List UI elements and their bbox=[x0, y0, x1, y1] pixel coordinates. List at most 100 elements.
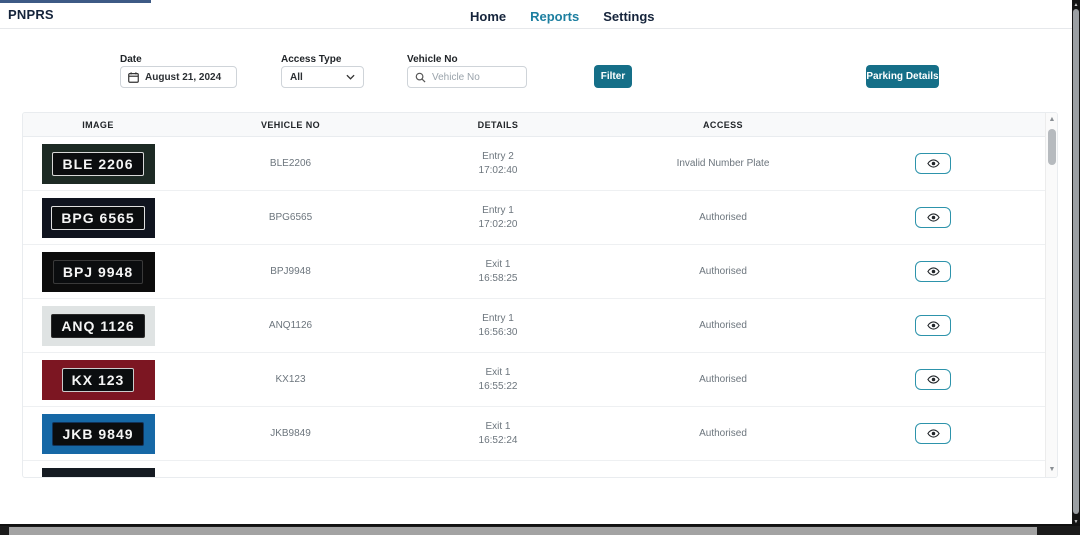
detail-line-2: 16:58:25 bbox=[479, 273, 518, 284]
view-details-button[interactable] bbox=[915, 423, 951, 444]
nav-settings[interactable]: Settings bbox=[603, 9, 654, 24]
plate-image: JKB 9849 bbox=[23, 414, 173, 454]
brand-logo: PNPRS bbox=[8, 7, 54, 22]
plate-image: BPG 6565 bbox=[23, 198, 173, 238]
plate-photo: JKB 9849 bbox=[42, 414, 155, 454]
actions-cell bbox=[858, 207, 1008, 228]
access-type-value: All bbox=[290, 72, 303, 83]
vehicle-no-cell: BLE2206 bbox=[173, 158, 408, 169]
table-scrollbar-thumb[interactable] bbox=[1048, 129, 1056, 165]
eye-icon bbox=[927, 372, 940, 387]
plate-image bbox=[23, 468, 173, 479]
table-row: KX 123 KX123 Exit 1 16:55:22 Authorised bbox=[23, 353, 1057, 407]
view-details-button[interactable] bbox=[915, 315, 951, 336]
plate-image: BPJ 9948 bbox=[23, 252, 173, 292]
view-details-button[interactable] bbox=[915, 153, 951, 174]
detail-line-1: Entry 1 bbox=[482, 313, 514, 324]
scroll-down-icon[interactable]: ▼ bbox=[1046, 463, 1058, 475]
vehicle-no-field bbox=[407, 66, 527, 88]
vehicle-no-label: Vehicle No bbox=[407, 54, 458, 65]
detail-line-2: 16:56:30 bbox=[479, 327, 518, 338]
details-cell: Exit 1 16:58:25 bbox=[408, 258, 588, 286]
plate-photo bbox=[42, 468, 155, 479]
date-label: Date bbox=[120, 54, 142, 65]
detail-line-1: Exit 1 bbox=[485, 259, 510, 270]
table-row: BPG 6565 BPG6565 Entry 1 17:02:20 Author… bbox=[23, 191, 1057, 245]
vehicle-no-cell: JKB9849 bbox=[173, 428, 408, 439]
table-body: BLE 2206 BLE2206 Entry 2 17:02:40 Invali… bbox=[23, 137, 1057, 478]
eye-icon bbox=[927, 426, 940, 441]
plate-text: BPG 6565 bbox=[51, 206, 144, 230]
detail-line-2: 17:02:40 bbox=[479, 165, 518, 176]
nav-home[interactable]: Home bbox=[470, 9, 506, 24]
access-cell: Authorised bbox=[588, 212, 858, 223]
report-table-card: IMAGE VEHICLE NO DETAILS ACCESS BLE 2206… bbox=[22, 112, 1058, 478]
table-header-row: IMAGE VEHICLE NO DETAILS ACCESS bbox=[23, 113, 1057, 137]
view-details-button[interactable] bbox=[915, 369, 951, 390]
access-cell: Authorised bbox=[588, 320, 858, 331]
plate-text: BLE 2206 bbox=[52, 152, 143, 176]
browser-vertical-thumb[interactable] bbox=[1073, 9, 1079, 514]
calendar-icon bbox=[128, 72, 139, 83]
col-access: ACCESS bbox=[588, 120, 858, 130]
detail-line-1: Entry 1 bbox=[482, 205, 514, 216]
eye-icon bbox=[927, 156, 940, 171]
browser-horizontal-thumb[interactable] bbox=[9, 527, 1037, 535]
details-cell: Entry 2 17:02:40 bbox=[408, 150, 588, 178]
table-row: BPJ 9948 BPJ9948 Exit 1 16:58:25 Authori… bbox=[23, 245, 1057, 299]
table-row: JKB 9849 JKB9849 Exit 1 16:52:24 Authori… bbox=[23, 407, 1057, 461]
plate-image: BLE 2206 bbox=[23, 144, 173, 184]
main-nav: Home Reports Settings bbox=[470, 3, 655, 29]
col-image: IMAGE bbox=[23, 120, 173, 130]
actions-cell bbox=[858, 153, 1008, 174]
access-cell: Authorised bbox=[588, 374, 858, 385]
eye-icon bbox=[927, 318, 940, 333]
parking-details-button[interactable]: Parking Details bbox=[866, 65, 939, 88]
vehicle-no-cell: KX123 bbox=[173, 374, 408, 385]
plate-photo: BLE 2206 bbox=[42, 144, 155, 184]
table-scrollbar: ▲ ▼ bbox=[1045, 113, 1057, 477]
vehicle-no-cell: BPJ9948 bbox=[173, 266, 408, 277]
details-cell: Entry 1 17:02:20 bbox=[408, 204, 588, 232]
detail-line-2: 17:02:20 bbox=[479, 219, 518, 230]
view-details-button[interactable] bbox=[915, 207, 951, 228]
browser-horizontal-scrollbar[interactable] bbox=[0, 526, 1080, 535]
access-cell: Invalid Number Plate bbox=[588, 158, 858, 169]
plate-photo: ANQ 1126 bbox=[42, 306, 155, 346]
plate-text: ANQ 1126 bbox=[51, 314, 144, 338]
detail-line-2: 16:55:22 bbox=[479, 381, 518, 392]
browser-vertical-scrollbar[interactable]: ▲ ▼ bbox=[1072, 0, 1080, 526]
actions-cell bbox=[858, 261, 1008, 282]
col-vehicle-no: VEHICLE NO bbox=[173, 120, 408, 130]
access-cell: Authorised bbox=[588, 266, 858, 277]
date-value: August 21, 2024 bbox=[145, 72, 221, 83]
app-header: PNPRS Home Reports Settings bbox=[0, 3, 1072, 29]
browser-scroll-up-icon[interactable]: ▲ bbox=[1072, 0, 1080, 9]
chevron-down-icon bbox=[346, 72, 355, 83]
table-row: BLE 2206 BLE2206 Entry 2 17:02:40 Invali… bbox=[23, 137, 1057, 191]
nav-reports[interactable]: Reports bbox=[530, 9, 579, 24]
plate-text: JKB 9849 bbox=[52, 422, 143, 446]
vehicle-no-input[interactable] bbox=[432, 72, 517, 83]
access-type-select[interactable]: All bbox=[281, 66, 364, 88]
actions-cell bbox=[858, 315, 1008, 336]
plate-photo: BPG 6565 bbox=[42, 198, 155, 238]
eye-icon bbox=[927, 210, 940, 225]
details-cell: Exit 1 16:55:22 bbox=[408, 366, 588, 394]
plate-image: ANQ 1126 bbox=[23, 306, 173, 346]
vehicle-no-cell: BPG6565 bbox=[173, 212, 408, 223]
detail-line-2: 16:52:24 bbox=[479, 435, 518, 446]
search-icon bbox=[415, 72, 426, 83]
access-cell: Authorised bbox=[588, 428, 858, 439]
date-picker[interactable]: August 21, 2024 bbox=[120, 66, 237, 88]
filter-button[interactable]: Filter bbox=[594, 65, 632, 88]
view-details-button[interactable] bbox=[915, 261, 951, 282]
plate-text: BPJ 9948 bbox=[53, 260, 143, 284]
eye-icon bbox=[927, 264, 940, 279]
scroll-up-icon[interactable]: ▲ bbox=[1046, 113, 1058, 125]
plate-image: KX 123 bbox=[23, 360, 173, 400]
actions-cell bbox=[858, 423, 1008, 444]
plate-text: KX 123 bbox=[62, 368, 135, 392]
plate-photo: BPJ 9948 bbox=[42, 252, 155, 292]
detail-line-1: Entry 2 bbox=[482, 151, 514, 162]
